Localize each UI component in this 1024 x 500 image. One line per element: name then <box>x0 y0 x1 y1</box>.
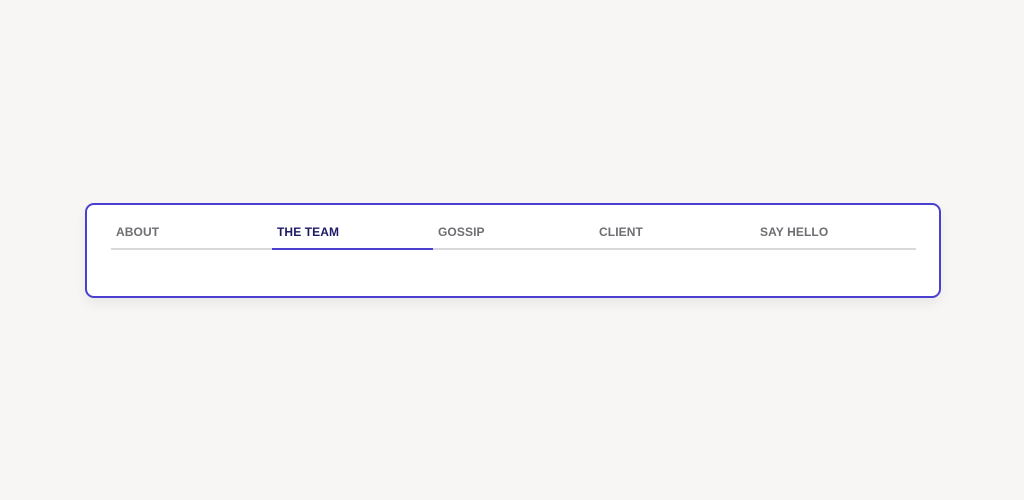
tabs-card: ABOUT THE TEAM GOSSIP CLIENT SAY HELLO <box>85 203 941 298</box>
tab-bar: ABOUT THE TEAM GOSSIP CLIENT SAY HELLO <box>111 221 916 250</box>
tab-the-team[interactable]: THE TEAM <box>272 221 433 250</box>
tab-panel <box>111 250 916 290</box>
page: ABOUT THE TEAM GOSSIP CLIENT SAY HELLO <box>0 0 1024 500</box>
tab-say-hello[interactable]: SAY HELLO <box>755 221 916 248</box>
tab-gossip[interactable]: GOSSIP <box>433 221 594 248</box>
tab-client[interactable]: CLIENT <box>594 221 755 248</box>
tab-about[interactable]: ABOUT <box>111 221 272 248</box>
